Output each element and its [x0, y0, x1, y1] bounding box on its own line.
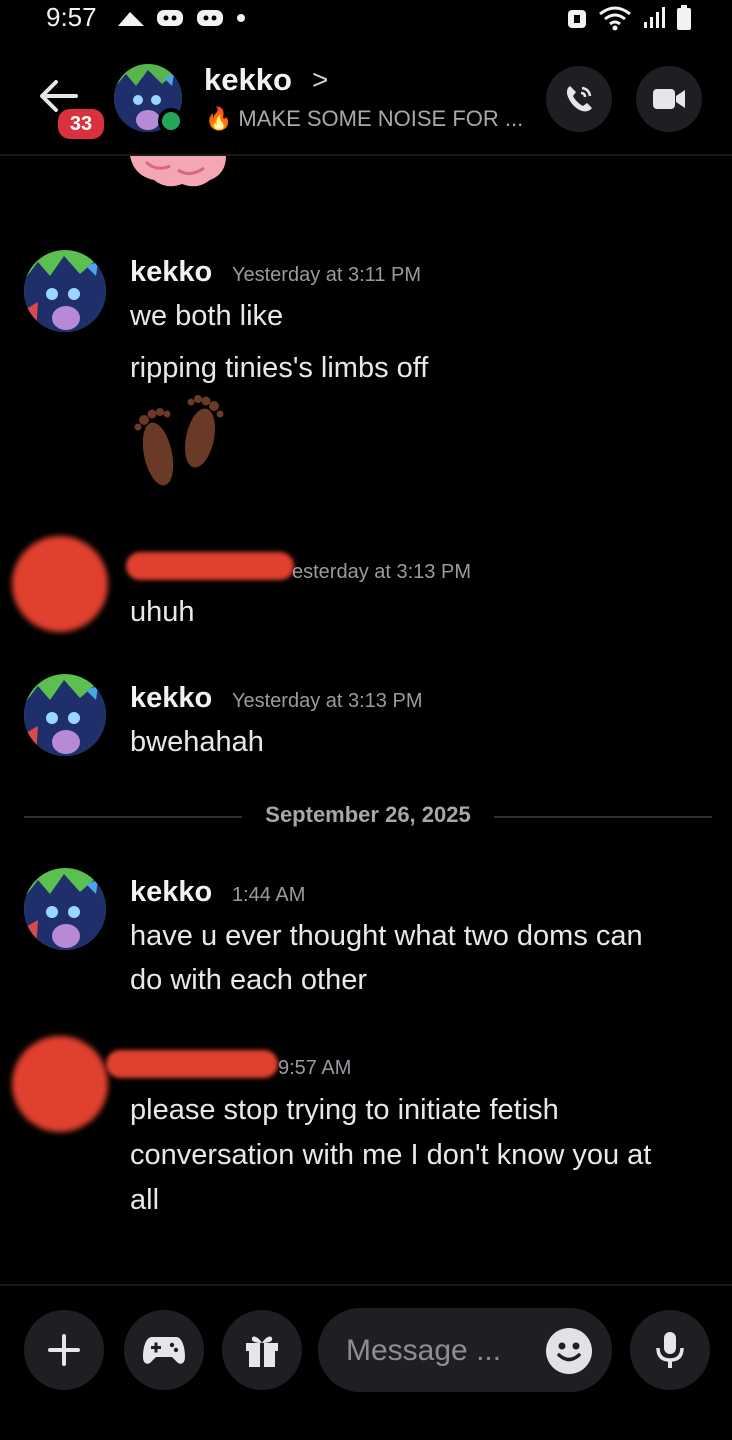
plus-icon: [48, 1334, 80, 1366]
message-author[interactable]: kekko: [130, 256, 212, 289]
custom-status-text: MAKE SOME NOISE FOR ...: [238, 106, 524, 131]
more-notifications-dot-icon: [237, 14, 245, 22]
message-text: ripping tinies's limbs off: [130, 352, 429, 384]
activities-button[interactable]: [124, 1310, 204, 1390]
fire-icon: 🔥: [205, 106, 233, 131]
voice-message-button[interactable]: [630, 1310, 710, 1390]
video-call-button[interactable]: [636, 66, 702, 132]
unread-badge: 33: [55, 106, 107, 142]
avatar-image: [24, 250, 106, 332]
add-attachment-button[interactable]: [24, 1310, 104, 1390]
message-timestamp: esterday at 3:13 PM: [292, 561, 471, 583]
message-timestamp: Yesterday at 3:13 PM: [232, 690, 423, 712]
date-divider: September 26, 2025: [265, 802, 471, 827]
discord-notification-icon: [157, 10, 183, 26]
message-text: please stop trying to initiate fetish: [130, 1094, 559, 1126]
avatar[interactable]: [24, 250, 106, 332]
cloud-icon: [118, 12, 144, 26]
message-author[interactable]: kekko: [130, 682, 212, 715]
status-time: 9:57: [46, 2, 97, 32]
redacted-avatar[interactable]: [12, 1036, 108, 1132]
message-timestamp: 9:57 AM: [278, 1057, 352, 1079]
message-input[interactable]: [344, 1326, 538, 1376]
avatar-image: [24, 674, 106, 756]
brain-emoji-partial: [130, 156, 226, 187]
redacted-username: [106, 1050, 278, 1078]
redacted-avatar[interactable]: [12, 536, 108, 632]
gift-button[interactable]: [222, 1310, 302, 1390]
smiley-icon: [557, 1342, 581, 1362]
message-text: uhuh: [130, 596, 195, 628]
status-bar: 9:57: [0, 0, 732, 40]
battery-icon: [677, 5, 691, 30]
footprints-icon: [134, 395, 224, 486]
redacted-username: [126, 552, 294, 580]
online-status-dot: [158, 108, 184, 134]
emoji-button[interactable]: [546, 1328, 592, 1374]
signal-icon: [644, 7, 665, 28]
message-text: all: [130, 1184, 160, 1216]
avatar[interactable]: [24, 868, 106, 950]
message-input-container[interactable]: [318, 1308, 612, 1392]
voice-call-button[interactable]: [546, 66, 612, 132]
message-timestamp: Yesterday at 3:11 PM: [232, 264, 422, 286]
gamepad-icon: [143, 1337, 185, 1364]
avatar[interactable]: [24, 674, 106, 756]
custom-status: 🔥 MAKE SOME NOISE FOR ...: [205, 106, 523, 132]
message-author[interactable]: kekko: [130, 876, 212, 909]
message-text: we both like: [130, 300, 284, 332]
video-camera-icon: [653, 89, 685, 109]
message-text: have u ever thought what two doms can: [130, 920, 643, 952]
message-text: conversation with me I don't know you at: [130, 1139, 652, 1171]
chat-header: 33 kekko > 🔥 MAKE SOME NOISE FOR ...: [0, 48, 732, 156]
gift-icon: [246, 1336, 278, 1367]
microphone-icon: [656, 1332, 684, 1368]
chevron-right-icon[interactable]: >: [312, 64, 328, 96]
message-composer: [0, 1284, 732, 1440]
message-timestamp: 1:44 AM: [232, 884, 306, 906]
conversation-name[interactable]: kekko: [204, 62, 292, 98]
discord-notification-icon-2: [197, 10, 223, 26]
phone-icon: [566, 86, 592, 112]
date-divider-line: [494, 816, 712, 818]
date-divider-line: [24, 816, 242, 818]
wifi-icon: [599, 6, 631, 31]
message-text: bwehahah: [130, 726, 264, 758]
alarm-icon: [568, 10, 586, 28]
avatar-image: [24, 868, 106, 950]
message-text: do with each other: [130, 964, 367, 996]
